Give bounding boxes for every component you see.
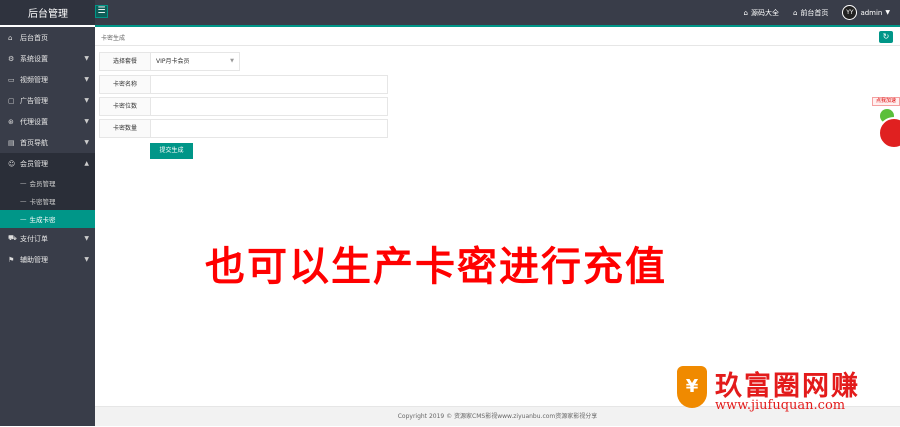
- chevron-down-icon: ▼: [84, 97, 89, 104]
- submit-button[interactable]: 提交生成: [150, 143, 193, 159]
- breadcrumb: 卡密生成: [101, 35, 126, 42]
- chevron-down-icon: ▼: [885, 9, 890, 16]
- avatar: YY: [842, 5, 858, 20]
- sidebar-item-label: 会员管理: [20, 159, 48, 168]
- sidebar-item-label: 首页导航: [20, 138, 48, 147]
- sidebar-item-nav[interactable]: ▤ 首页导航 ▼: [0, 132, 95, 153]
- top-link-frontpage-label: 前台首页: [800, 8, 829, 17]
- ad-icon: ▢: [8, 96, 15, 105]
- card-count-label: 卡密数量: [99, 119, 151, 138]
- dash-icon: —: [20, 215, 27, 223]
- sidebar-item-proxy[interactable]: ⊛ 代理设置 ▼: [0, 111, 95, 132]
- package-select[interactable]: VIP月卡会员 ▼: [151, 52, 240, 71]
- sidebar-subitem-label: 生成卡密: [29, 216, 56, 224]
- top-link-frontpage[interactable]: ⌂ 前台首页: [793, 8, 828, 18]
- sidebar-subitem-label: 会员管理: [29, 180, 56, 188]
- sidebar-item-label: 代理设置: [20, 117, 48, 126]
- sidebar-item-label: 后台首页: [20, 33, 48, 42]
- chevron-down-icon: ▼: [84, 118, 89, 125]
- app-logo: 后台管理: [28, 9, 68, 20]
- card-name-label: 卡密名称: [99, 75, 151, 94]
- sidebar-subitem-label: 卡密管理: [29, 198, 56, 206]
- list-icon: ▤: [8, 138, 15, 147]
- dash-icon: —: [20, 197, 27, 205]
- watermark: ¥ 玖富圈网赚 www.jiufuquan.com: [667, 362, 900, 426]
- sidebar-item-label: 系统设置: [20, 54, 48, 63]
- card-name-input[interactable]: [151, 75, 388, 94]
- username: admin: [860, 8, 883, 17]
- chevron-down-icon: ▼: [84, 139, 89, 146]
- home-icon: ⌂: [8, 33, 13, 42]
- flag-icon: ⚑: [8, 255, 15, 264]
- card-count-input[interactable]: [151, 119, 388, 138]
- top-link-source-label: 源码大全: [750, 8, 779, 17]
- monitor-icon: ▭: [8, 75, 15, 84]
- overlay-caption: 也可以生产卡密进行充值: [205, 244, 667, 290]
- package-select-value: VIP月卡会员: [156, 58, 190, 65]
- package-label: 选择套餐: [99, 52, 151, 71]
- form-row-package: 选择套餐 VIP月卡会员 ▼: [99, 52, 240, 71]
- user-icon: ☺: [8, 159, 16, 168]
- sidebar-item-ads[interactable]: ▢ 广告管理 ▼: [0, 90, 95, 111]
- home-icon: ⌂: [743, 8, 748, 17]
- refresh-icon[interactable]: ↻: [879, 31, 893, 43]
- dash-icon: —: [20, 179, 27, 187]
- float-widget[interactable]: 点我加速: [872, 97, 900, 159]
- watermark-url: www.jiufuquan.com: [715, 398, 846, 413]
- sidebar-item-label: 辅助管理: [20, 255, 48, 264]
- top-header: 后台管理 ☰ ⌂ 源码大全 ⌂ 前台首页 YY admin ▼: [0, 0, 900, 25]
- sidebar-item-home[interactable]: ⌂ 后台首页: [0, 27, 95, 48]
- gear-icon: ⚙: [8, 54, 15, 63]
- chevron-down-icon: ▼: [84, 256, 89, 263]
- breadcrumb-bar: 卡密生成 ↻: [95, 27, 900, 46]
- chevron-down-icon: ▼: [84, 55, 89, 62]
- card-length-input[interactable]: [151, 97, 388, 116]
- chevron-down-icon: ▼: [230, 58, 234, 64]
- form-row-length: 卡密位数: [99, 97, 388, 116]
- menu-toggle-icon[interactable]: ☰: [95, 5, 108, 18]
- form-row-name: 卡密名称: [99, 75, 388, 94]
- card-length-label: 卡密位数: [99, 97, 151, 116]
- sidebar-subitem-members[interactable]: — 会员管理: [0, 174, 95, 192]
- sidebar-subitem-generate[interactable]: — 生成卡密: [0, 210, 95, 228]
- top-link-source[interactable]: ⌂ 源码大全: [744, 8, 779, 18]
- main-content: 卡密生成 ↻ 选择套餐 VIP月卡会员 ▼ 卡密名称 卡密位数 卡密数量 提交生…: [95, 27, 900, 426]
- chevron-down-icon: ▼: [84, 235, 89, 242]
- sidebar-item-orders[interactable]: ⛟ 支付订单 ▼: [0, 228, 95, 249]
- sidebar-subitem-cards[interactable]: — 卡密管理: [0, 192, 95, 210]
- user-menu[interactable]: YY admin ▼: [842, 5, 890, 20]
- shield-icon: ⊛: [8, 117, 14, 126]
- float-widget-tag: 点我加速: [872, 97, 900, 106]
- top-links: ⌂ 源码大全 ⌂ 前台首页 YY admin ▼: [744, 0, 890, 25]
- sidebar-item-label: 视频管理: [20, 75, 48, 84]
- sidebar: ⌂ 后台首页 ⚙ 系统设置 ▼ ▭ 视频管理 ▼ ▢ 广告管理 ▼ ⊛ 代理设置…: [0, 27, 95, 426]
- chevron-down-icon: ▼: [84, 76, 89, 83]
- form-row-count: 卡密数量: [99, 119, 388, 138]
- sidebar-item-system[interactable]: ⚙ 系统设置 ▼: [0, 48, 95, 69]
- home-icon: ⌂: [792, 8, 798, 17]
- sidebar-item-aux[interactable]: ⚑ 辅助管理 ▼: [0, 249, 95, 270]
- float-ball-icon: [878, 117, 900, 149]
- watermark-logo-icon: ¥: [677, 366, 707, 408]
- logo-area: 后台管理: [0, 0, 95, 25]
- chevron-up-icon: ▲: [84, 160, 89, 167]
- sidebar-item-members[interactable]: ☺ 会员管理 ▲: [0, 153, 95, 174]
- sidebar-item-video[interactable]: ▭ 视频管理 ▼: [0, 69, 95, 90]
- sidebar-item-label: 广告管理: [20, 96, 48, 105]
- cart-icon: ⛟: [8, 234, 17, 242]
- sidebar-item-label: 支付订单: [20, 234, 48, 243]
